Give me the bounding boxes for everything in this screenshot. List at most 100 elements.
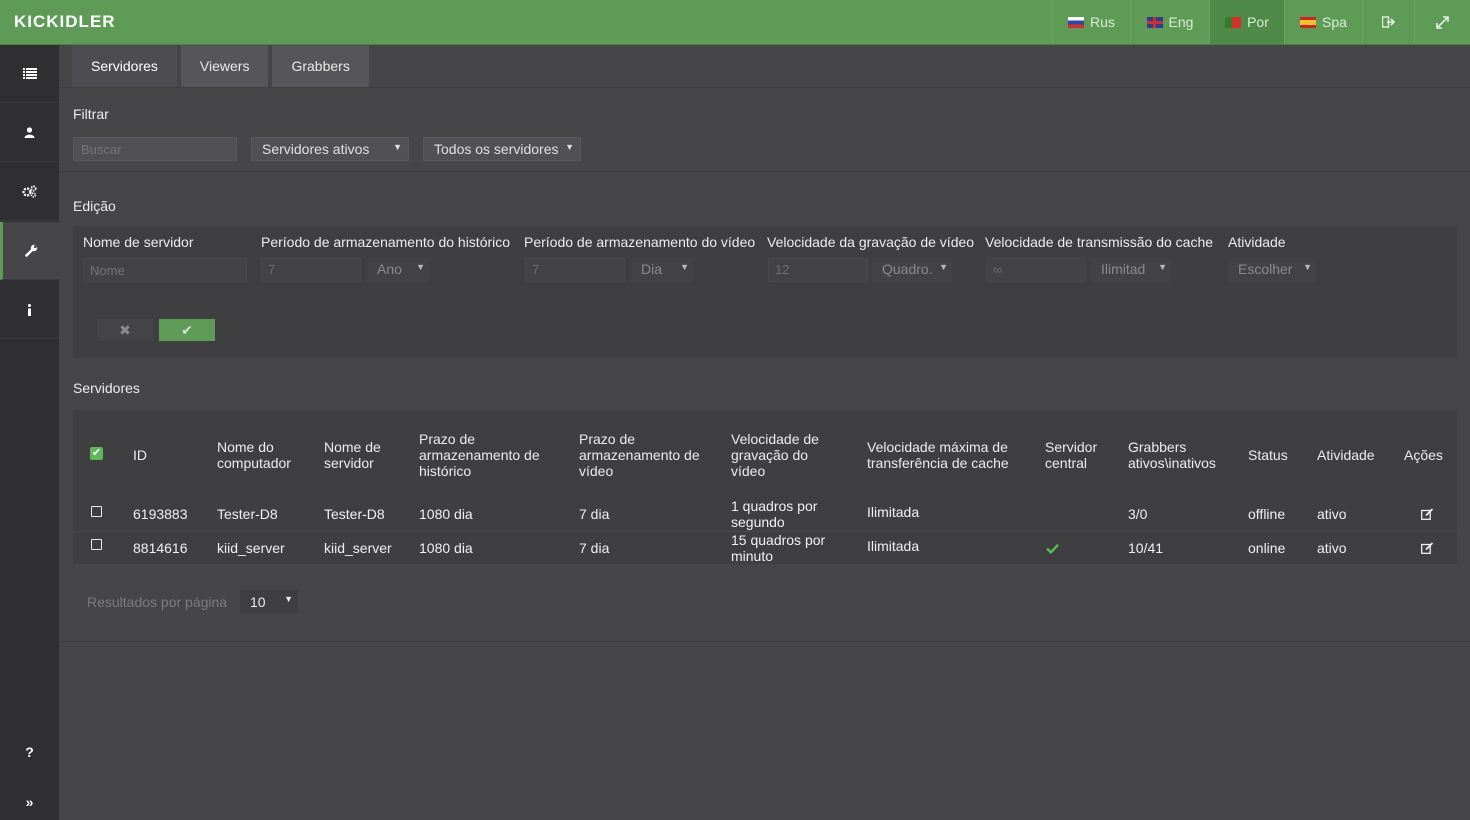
top-bar: KICKIDLER Rus Eng Por Spa: [0, 0, 1470, 45]
col-central-server[interactable]: Servidor central: [1045, 439, 1115, 471]
col-video-speed[interactable]: Velocidade de gravação do vídeo: [731, 431, 841, 479]
confirm-button[interactable]: ✔: [159, 319, 215, 341]
servers-title: Servidores: [73, 380, 140, 396]
history-period-input[interactable]: 7: [261, 258, 361, 282]
cache-speed-input[interactable]: ∞: [986, 258, 1086, 282]
history-period-label: Período de armazenamento do histórico: [261, 234, 511, 250]
caret-down-icon: ▼: [1158, 262, 1167, 272]
video-unit-select[interactable]: Dia ▼: [631, 258, 693, 282]
activity-select[interactable]: Escolher ▼: [1228, 258, 1316, 282]
lang-rus-button[interactable]: Rus: [1052, 0, 1130, 44]
caret-down-icon: ▼: [1303, 262, 1312, 272]
col-id[interactable]: ID: [133, 447, 147, 463]
filter-title: Filtrar: [73, 106, 109, 122]
sidebar-item-tools[interactable]: [0, 222, 59, 280]
expand-sidebar-button[interactable]: »: [0, 782, 59, 820]
tab-bar: Servidores Viewers Grabbers: [72, 45, 369, 87]
cell-activity: ativo: [1317, 540, 1347, 556]
tab-servidores[interactable]: Servidores: [72, 45, 177, 87]
col-computer-name[interactable]: Nome do computador: [217, 439, 307, 471]
col-activity[interactable]: Atividade: [1317, 447, 1375, 463]
lang-label: Rus: [1090, 14, 1115, 30]
scope-filter-select[interactable]: Todos os servidores ▼: [423, 137, 581, 161]
results-per-page-select[interactable]: 10 ▼: [240, 590, 298, 614]
cell-cache-speed: Ilimitada: [867, 538, 920, 554]
table-row[interactable]: 8814616 kiid_server kiid_server 1080 dia…: [73, 531, 1457, 564]
history-unit-value: Ano: [377, 261, 402, 277]
edit-icon[interactable]: [1421, 508, 1434, 520]
divider: [59, 87, 1470, 88]
video-period-label: Período de armazenamento do vídeo: [524, 234, 756, 250]
cell-id: 8814616: [133, 540, 188, 556]
tab-viewers[interactable]: Viewers: [180, 45, 269, 87]
lang-label: Por: [1247, 14, 1269, 30]
lang-label: Eng: [1168, 14, 1194, 30]
portugal-flag-icon: [1225, 16, 1242, 28]
cell-history-period: 1080 dia: [419, 540, 473, 556]
scope-filter-value: Todos os servidores: [434, 141, 559, 157]
cell-video-period: 7 dia: [579, 506, 610, 522]
fullscreen-button[interactable]: [1414, 0, 1470, 44]
activity-select-value: Escolher: [1238, 261, 1293, 277]
status-filter-select[interactable]: Servidores ativos ▼: [251, 137, 409, 161]
history-unit-select[interactable]: Ano ▼: [367, 258, 429, 282]
sidebar-item-list[interactable]: [0, 45, 59, 103]
table-row[interactable]: 6193883 Tester-D8 Tester-D8 1080 dia 7 d…: [73, 498, 1457, 531]
main-content: Servidores Viewers Grabbers Filtrar Serv…: [59, 45, 1470, 820]
caret-down-icon: ▼: [284, 594, 293, 604]
row-checkbox[interactable]: [91, 506, 102, 517]
spain-flag-icon: [1300, 16, 1317, 28]
list-icon: [22, 68, 37, 79]
logout-icon: [1381, 16, 1395, 28]
row-checkbox[interactable]: [91, 539, 102, 550]
cell-server-name: Tester-D8: [324, 506, 385, 522]
cell-grabbers: 3/0: [1128, 506, 1148, 522]
cell-grabbers: 10/41: [1128, 540, 1164, 556]
divider: [59, 171, 1470, 172]
edit-icon[interactable]: [1421, 542, 1434, 554]
help-button[interactable]: ?: [0, 732, 59, 772]
lang-spa-button[interactable]: Spa: [1284, 0, 1362, 44]
user-icon: [24, 127, 35, 138]
col-server-name[interactable]: Nome de servidor: [324, 439, 404, 471]
col-video-period[interactable]: Prazo de armazenamento de vídeo: [579, 431, 714, 479]
lang-por-button[interactable]: Por: [1209, 0, 1284, 44]
video-speed-input[interactable]: 12: [768, 258, 868, 282]
logout-button[interactable]: [1362, 0, 1414, 44]
cache-speed-label: Velocidade de transmissão do cache: [985, 234, 1214, 250]
settings-gears-icon: [22, 185, 37, 198]
table-header: ✔ ID Nome do computador Nome de servidor…: [73, 410, 1457, 498]
cell-status: online: [1248, 540, 1286, 556]
col-grabbers[interactable]: Grabbers ativos\inativos: [1128, 439, 1228, 471]
cache-speed-unit-select[interactable]: Ilimitad ▼: [1091, 258, 1171, 282]
cell-activity: ativo: [1317, 506, 1347, 522]
col-status[interactable]: Status: [1248, 447, 1288, 463]
sidebar-item-user[interactable]: [0, 104, 59, 162]
wrench-icon: [24, 244, 37, 257]
uk-flag-icon: [1146, 16, 1163, 28]
video-speed-unit-value: Quadro.: [882, 261, 933, 277]
help-icon: ?: [25, 744, 34, 760]
cell-history-period: 1080 dia: [419, 506, 473, 522]
col-history-period[interactable]: Prazo de armazenamento de histórico: [419, 431, 559, 479]
cancel-button[interactable]: ✖: [97, 319, 153, 341]
server-name-input[interactable]: [83, 258, 247, 282]
search-input[interactable]: [73, 137, 237, 161]
results-per-page-label: Resultados por página: [87, 594, 228, 610]
video-speed-unit-select[interactable]: Quadro. ▼: [872, 258, 952, 282]
col-cache-speed[interactable]: Velocidade máxima de transferência de ca…: [867, 439, 1027, 471]
lang-eng-button[interactable]: Eng: [1130, 0, 1209, 44]
video-speed-label: Velocidade da gravação de vídeo: [767, 234, 975, 250]
cell-video-speed: 15 quadros por minuto: [731, 532, 826, 564]
cell-video-period: 7 dia: [579, 540, 610, 556]
video-unit-value: Dia: [641, 261, 663, 277]
video-period-input[interactable]: 7: [525, 258, 625, 282]
sidebar-item-info[interactable]: [0, 281, 59, 339]
select-all-checkbox[interactable]: ✔: [90, 447, 103, 460]
sidebar-item-settings[interactable]: [0, 163, 59, 221]
col-actions: Ações: [1404, 447, 1443, 463]
tab-grabbers[interactable]: Grabbers: [272, 45, 369, 87]
caret-down-icon: ▼: [393, 142, 402, 152]
cell-cache-speed: Ilimitada: [867, 504, 920, 520]
status-filter-value: Servidores ativos: [262, 141, 370, 157]
